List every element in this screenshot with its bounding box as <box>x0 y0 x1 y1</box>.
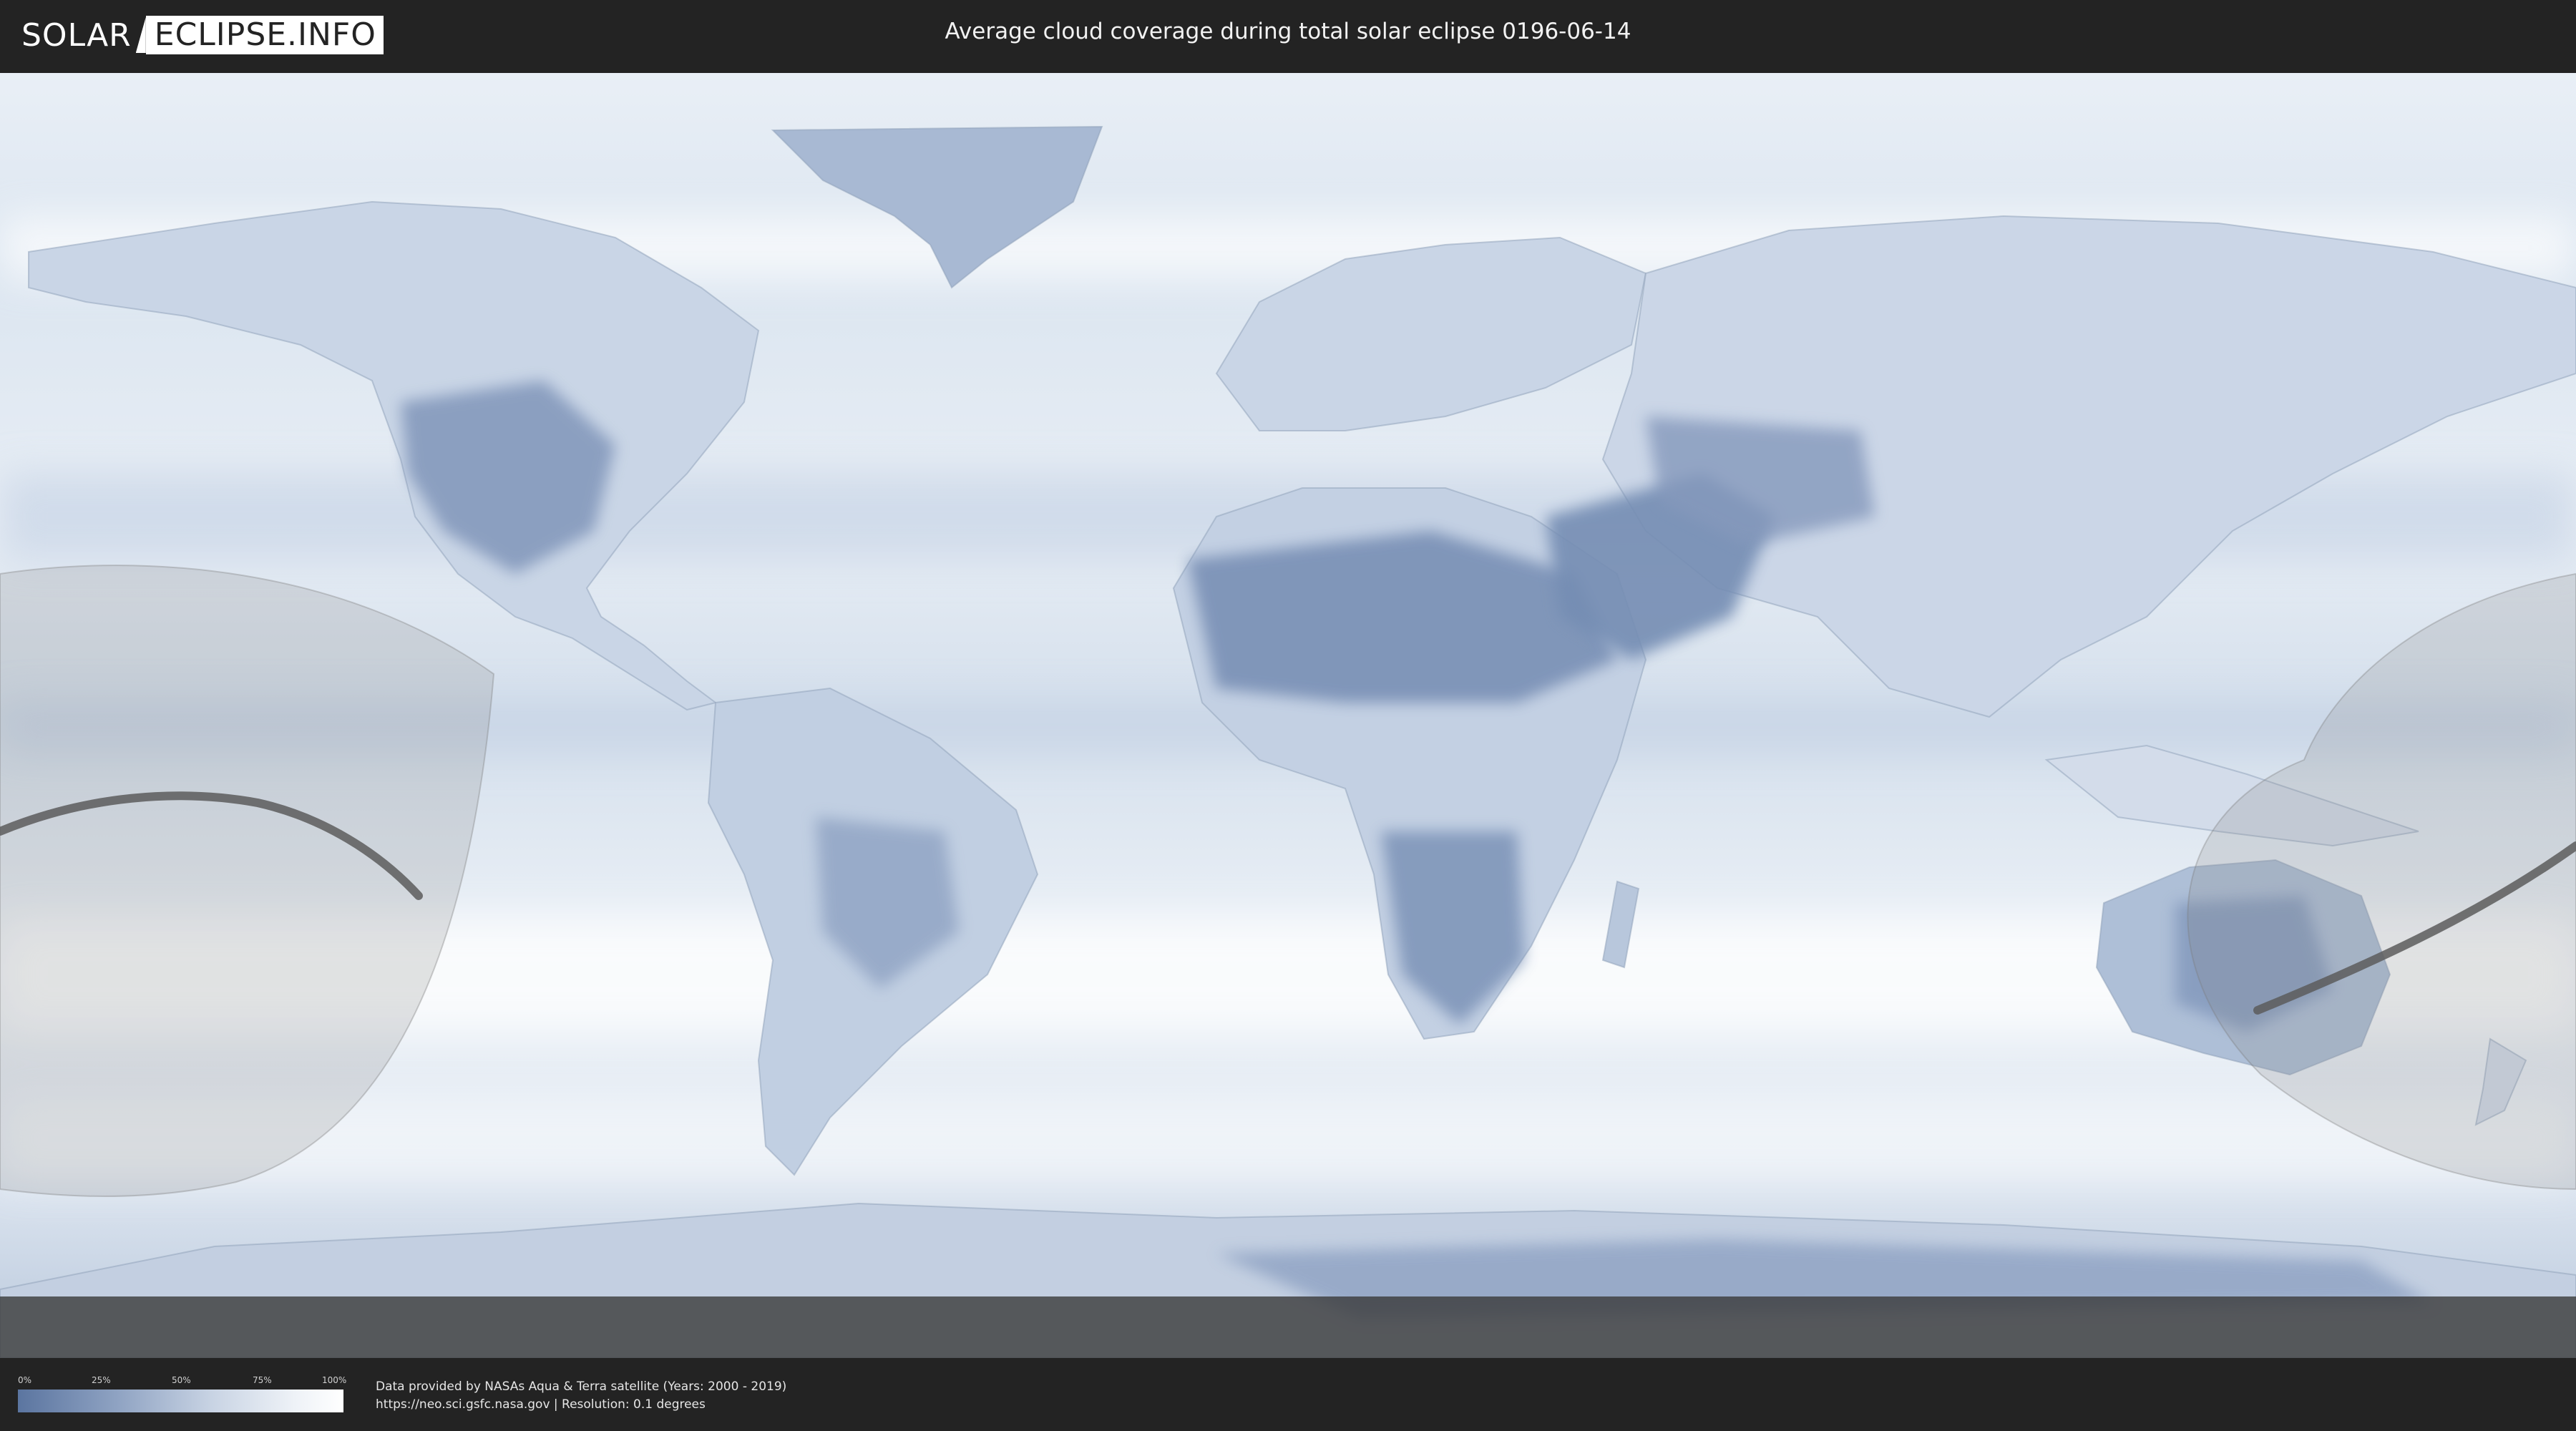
legend-tick-50: 50% <box>172 1375 191 1385</box>
credits-source: Data provided by NASAs Aqua & Terra sate… <box>376 1379 787 1394</box>
legend-tick-0: 0% <box>18 1375 32 1385</box>
legend-tick-75: 75% <box>253 1375 272 1385</box>
data-credits: Data provided by NASAs Aqua & Terra sate… <box>376 1378 786 1414</box>
legend-tick-25: 25% <box>92 1375 111 1385</box>
legend-ticks: 0% 25% 50% 75% 100% <box>18 1375 347 1387</box>
header-bar: SOLAR ECLIPSE.INFO Average cloud coverag… <box>0 0 2576 72</box>
polar-night-shade <box>0 1296 2576 1358</box>
cloud-coverage-map[interactable] <box>0 73 2576 1358</box>
legend-color-bar <box>18 1390 343 1412</box>
cloud-coverage-legend: 0% 25% 50% 75% 100% <box>18 1375 347 1412</box>
page-title: Average cloud coverage during total sola… <box>945 19 1631 44</box>
credits-link[interactable]: https://neo.sci.gsfc.nasa.gov | Resoluti… <box>376 1396 786 1414</box>
legend-tick-100: 100% <box>322 1375 347 1385</box>
